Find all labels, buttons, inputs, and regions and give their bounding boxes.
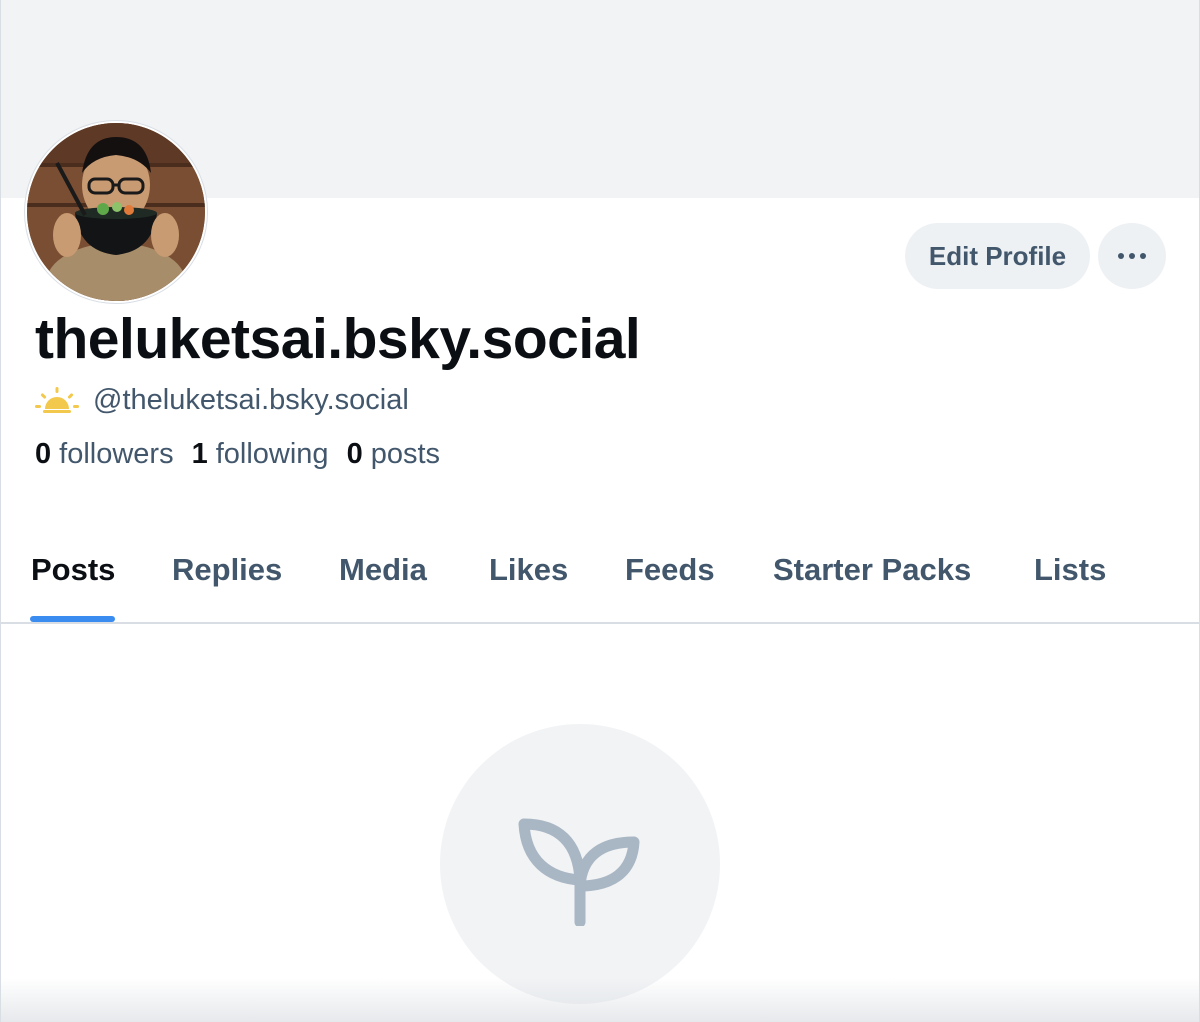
tab-media[interactable]: Media [339,552,427,588]
tab-lists[interactable]: Lists [1034,552,1106,588]
display-name: theluketsai.bsky.social [35,307,641,371]
ellipsis-icon [1118,253,1146,259]
followers-label: followers [59,437,174,470]
tab-starter-packs[interactable]: Starter Packs [773,552,971,588]
more-options-button[interactable] [1098,223,1166,289]
tab-posts[interactable]: Posts [31,552,115,588]
following-stat[interactable]: 1 following [192,438,329,471]
profile-tabs: Posts Replies Media Likes Feeds Starter … [1,530,1199,624]
empty-state [440,724,720,1004]
tab-likes[interactable]: Likes [489,552,568,588]
following-count: 1 [191,437,208,470]
profile-page: Edit Profile theluketsai.bsky.social @th… [0,0,1200,1022]
sprout-icon [518,818,640,926]
tab-replies[interactable]: Replies [172,552,282,588]
profile-stats: 0 followers 1 following 0 posts [35,434,458,474]
edit-profile-button[interactable]: Edit Profile [905,223,1090,289]
posts-count: 0 [346,437,363,470]
profile-handle: @theluketsai.bsky.social [93,383,409,416]
following-label: following [215,437,329,470]
tab-feeds[interactable]: Feeds [625,552,715,588]
avatar-image [27,123,205,301]
bottom-fade [1,978,1199,1022]
posts-stat: 0 posts [347,438,440,471]
active-tab-indicator [30,616,115,622]
avatar[interactable] [25,121,207,303]
followers-count: 0 [35,437,52,470]
sunrise-icon [35,387,79,413]
posts-label: posts [370,437,441,470]
handle-row: @theluketsai.bsky.social [35,382,409,418]
followers-stat[interactable]: 0 followers [35,438,174,471]
